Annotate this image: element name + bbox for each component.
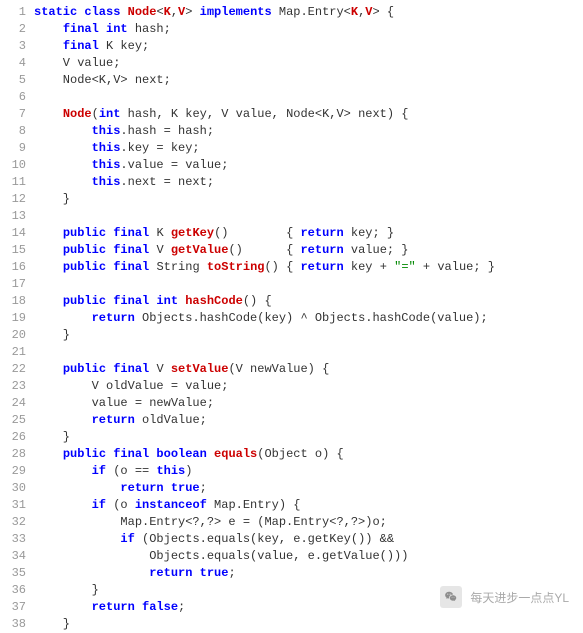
code-line: public final K getKey() { return key; } [34, 225, 495, 242]
line-number: 33 [0, 531, 26, 548]
code-line: return oldValue; [34, 412, 495, 429]
line-number: 24 [0, 395, 26, 412]
code-line: return Objects.hashCode(key) ^ Objects.h… [34, 310, 495, 327]
code-line: } [34, 582, 495, 599]
code-content: static class Node<K,V> implements Map.En… [34, 4, 495, 633]
code-line: return false; [34, 599, 495, 616]
code-line: public final int hashCode() { [34, 293, 495, 310]
code-line: static class Node<K,V> implements Map.En… [34, 4, 495, 21]
code-line: V oldValue = value; [34, 378, 495, 395]
line-number: 15 [0, 242, 26, 259]
line-number: 19 [0, 310, 26, 327]
wechat-icon [440, 586, 462, 608]
line-number: 30 [0, 480, 26, 497]
code-line: this.value = value; [34, 157, 495, 174]
line-number: 23 [0, 378, 26, 395]
line-number: 16 [0, 259, 26, 276]
code-line: if (Objects.equals(key, e.getKey()) && [34, 531, 495, 548]
line-number: 7 [0, 106, 26, 123]
line-number: 21 [0, 344, 26, 361]
line-number: 2 [0, 21, 26, 38]
code-line: V value; [34, 55, 495, 72]
code-line: this.hash = hash; [34, 123, 495, 140]
line-number: 36 [0, 582, 26, 599]
line-number: 1 [0, 4, 26, 21]
watermark: 每天进步一点点YL [440, 586, 569, 608]
code-line: } [34, 191, 495, 208]
line-number: 28 [0, 446, 26, 463]
code-line: if (o instanceof Map.Entry) { [34, 497, 495, 514]
code-line [34, 89, 495, 106]
code-line: this.key = key; [34, 140, 495, 157]
line-number: 38 [0, 616, 26, 633]
code-line [34, 344, 495, 361]
line-number: 22 [0, 361, 26, 378]
code-line: Objects.equals(value, e.getValue())) [34, 548, 495, 565]
code-line: } [34, 327, 495, 344]
line-number: 12 [0, 191, 26, 208]
line-number: 25 [0, 412, 26, 429]
line-number: 20 [0, 327, 26, 344]
code-line: value = newValue; [34, 395, 495, 412]
code-line: } [34, 429, 495, 446]
line-number-gutter: 1234567891011121314151617181920212223242… [0, 4, 34, 633]
line-number: 9 [0, 140, 26, 157]
line-number: 31 [0, 497, 26, 514]
code-line: final int hash; [34, 21, 495, 38]
code-line [34, 208, 495, 225]
line-number: 29 [0, 463, 26, 480]
line-number: 32 [0, 514, 26, 531]
line-number: 11 [0, 174, 26, 191]
line-number: 34 [0, 548, 26, 565]
line-number: 4 [0, 55, 26, 72]
code-line [34, 276, 495, 293]
code-line: } [34, 616, 495, 633]
line-number: 8 [0, 123, 26, 140]
code-line: public final V setValue(V newValue) { [34, 361, 495, 378]
line-number: 14 [0, 225, 26, 242]
line-number: 17 [0, 276, 26, 293]
line-number: 26 [0, 429, 26, 446]
code-line: Node<K,V> next; [34, 72, 495, 89]
line-number: 37 [0, 599, 26, 616]
code-line: return true; [34, 565, 495, 582]
watermark-text: 每天进步一点点YL [470, 589, 569, 606]
code-line: return true; [34, 480, 495, 497]
code-block: 1234567891011121314151617181920212223242… [0, 0, 583, 633]
code-line: final K key; [34, 38, 495, 55]
line-number: 10 [0, 157, 26, 174]
code-line: if (o == this) [34, 463, 495, 480]
code-line: public final String toString() { return … [34, 259, 495, 276]
code-line: public final boolean equals(Object o) { [34, 446, 495, 463]
code-line: Node(int hash, K key, V value, Node<K,V>… [34, 106, 495, 123]
line-number: 6 [0, 89, 26, 106]
code-line: Map.Entry<?,?> e = (Map.Entry<?,?>)o; [34, 514, 495, 531]
code-line: this.next = next; [34, 174, 495, 191]
line-number: 5 [0, 72, 26, 89]
line-number: 18 [0, 293, 26, 310]
code-line: public final V getValue() { return value… [34, 242, 495, 259]
line-number: 13 [0, 208, 26, 225]
line-number: 35 [0, 565, 26, 582]
line-number: 3 [0, 38, 26, 55]
